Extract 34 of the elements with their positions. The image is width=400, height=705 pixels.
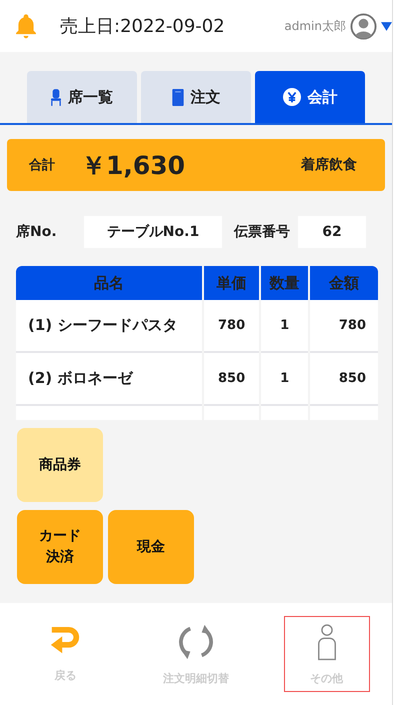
tab[interactable]: 会計 (255, 71, 365, 123)
slip-number-value: 62 (298, 216, 366, 248)
table-cell: 1 (261, 300, 308, 353)
dining-type: 着席飲食 (301, 156, 357, 174)
yen-icon (282, 88, 300, 106)
column-header: 品名 (16, 266, 202, 300)
tab[interactable]: 席一覧 (27, 71, 137, 123)
sales-date: 売上日:2022-09-02 (60, 15, 225, 38)
book-icon (172, 88, 184, 106)
avatar-icon[interactable] (350, 12, 377, 40)
payment-button[interactable]: カード決済 (17, 510, 103, 584)
column-header: 金額 (310, 266, 378, 300)
column-header: 単価 (204, 266, 260, 300)
table-cell: 780 (310, 300, 378, 353)
tab[interactable]: 注文 (141, 71, 251, 123)
table-cell: (1) シーフードパスタ (16, 300, 202, 353)
caret-icon[interactable] (381, 22, 392, 30)
table-cell: (2) ボロネーゼ (16, 353, 202, 406)
table-cell: 1 (261, 353, 308, 406)
person-icon (316, 622, 338, 660)
payment-button[interactable]: 商品券 (17, 428, 103, 502)
table-cell: 850 (204, 353, 260, 406)
total-label: 合計 (29, 156, 55, 174)
chair-icon (51, 88, 61, 106)
slip-number-label: 伝票番号 (234, 223, 290, 241)
seat-value: テーブルNo.1 (84, 216, 222, 248)
total-amount: ￥1,630 (81, 150, 186, 182)
refresh-icon (176, 622, 215, 660)
payment-button[interactable]: 現金 (108, 510, 194, 584)
user-name: admin太郎 (284, 18, 346, 34)
seat-label: 席No. (16, 223, 58, 241)
table-cell: 780 (204, 300, 260, 353)
column-header: 数量 (261, 266, 308, 300)
table-cell: 850 (310, 353, 378, 406)
